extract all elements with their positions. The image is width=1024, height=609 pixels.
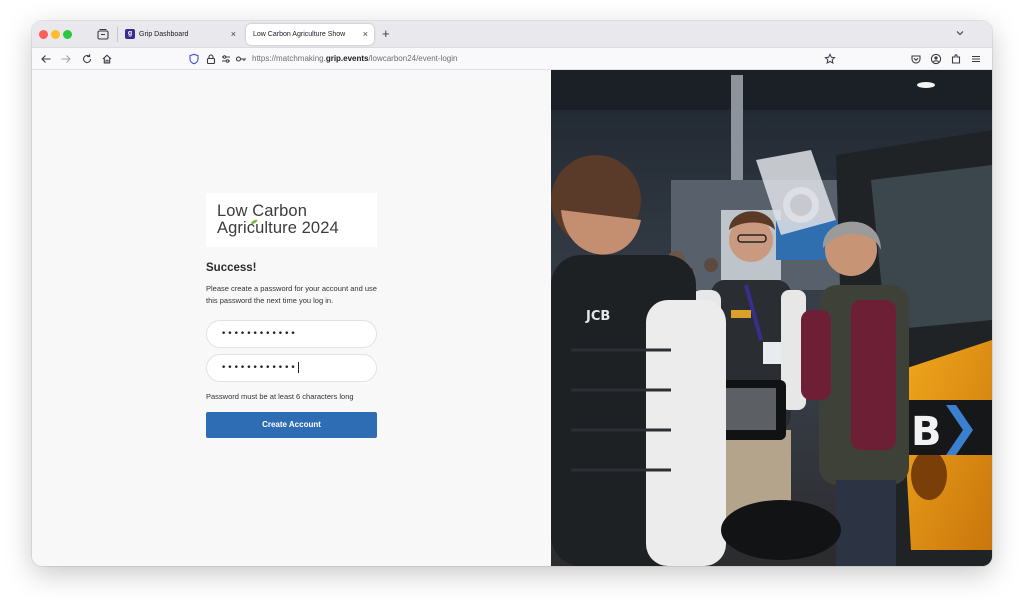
minimize-window-button[interactable] [51,30,60,39]
event-logo: Low Carbon Agriculture 2024 [206,193,377,247]
extensions-icon[interactable] [950,53,962,65]
password-input[interactable]: •••••••••••• [206,320,377,348]
event-photo: B JCB [551,70,992,566]
text-caret [297,362,299,373]
home-icon[interactable] [101,53,113,65]
navigation-bar: https://matchmaking.grip.events/lowcarbo… [32,48,992,70]
new-tab-button[interactable]: + [382,25,390,43]
close-window-button[interactable] [39,30,48,39]
browser-window: g Grip Dashboard × Low Carbon Agricultur… [32,21,992,566]
tab-bar: g Grip Dashboard × Low Carbon Agricultur… [32,21,992,48]
confirm-password-input[interactable]: •••••••••••• [206,354,377,382]
instructions-text: Please create a password for your accoun… [206,284,377,305]
create-account-button[interactable]: Create Account [206,412,377,438]
close-icon[interactable]: × [231,24,236,45]
tab-groups-icon[interactable] [96,27,110,41]
leaf-icon [251,219,258,224]
svg-text:JCB: JCB [585,309,610,324]
tracking-protection-shield-icon[interactable] [188,53,200,65]
logo-text-line-2: Agriculture 2024 [217,219,339,237]
url-prefix: https://matchmaking. [252,54,326,63]
permissions-icon[interactable] [220,53,232,65]
lock-icon[interactable] [205,53,217,65]
password-hint: Password must be at least 6 characters l… [206,392,354,401]
tab-grip-dashboard[interactable]: g Grip Dashboard × [118,24,242,45]
url-domain: grip.events [325,54,369,63]
tab-title: Grip Dashboard [139,31,189,38]
address-bar[interactable]: https://matchmaking.grip.events/lowcarbo… [252,48,457,70]
forward-arrow-icon[interactable] [60,53,72,65]
svg-text:B: B [911,409,942,455]
password-value: •••••••••••• [221,329,297,339]
login-panel: Low Carbon Agriculture 2024 Success! Ple… [32,70,551,566]
url-path: /lowcarbon24/event-login [368,54,458,63]
pocket-icon[interactable] [910,53,922,65]
hamburger-menu-icon[interactable] [970,53,982,65]
key-icon[interactable] [235,53,247,65]
account-icon[interactable] [930,53,942,65]
tab-low-carbon-agriculture-show[interactable]: Low Carbon Agriculture Show × [246,24,374,45]
success-heading: Success! [206,262,257,274]
zoom-window-button[interactable] [63,30,72,39]
close-icon[interactable]: × [363,24,368,45]
confirm-password-value: •••••••••••• [221,363,297,373]
reload-icon[interactable] [81,53,93,65]
chevron-down-icon[interactable] [954,27,966,39]
bookmark-star-icon[interactable] [824,53,836,65]
tab-title: Low Carbon Agriculture Show [253,31,346,38]
grip-logo-icon: g [125,29,135,39]
back-arrow-icon[interactable] [40,53,52,65]
